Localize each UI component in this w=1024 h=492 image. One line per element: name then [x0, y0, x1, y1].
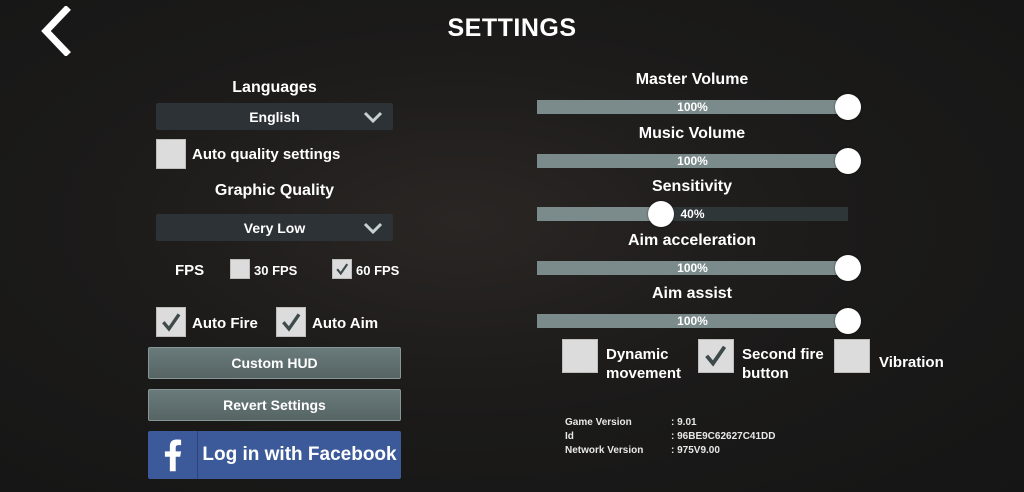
language-dropdown[interactable]: English — [156, 103, 393, 130]
fps-60-label: 60 FPS — [356, 263, 400, 278]
slider-track[interactable]: 100% — [537, 308, 861, 334]
slider-handle[interactable] — [835, 308, 861, 334]
dynamic-movement-label: Dynamic movement — [606, 346, 682, 382]
info-labels: Game Version Id Network Version — [565, 416, 643, 458]
facebook-icon — [148, 431, 198, 479]
second-fire-label: Second fire button — [742, 346, 824, 382]
chevron-down-icon — [363, 222, 383, 234]
network-version-label: Network Version — [565, 445, 644, 456]
slider-value: 100% — [677, 153, 708, 168]
vibration-checkbox[interactable] — [834, 339, 870, 373]
fps-30-checkbox[interactable] — [230, 259, 250, 279]
slider-value: 100% — [677, 100, 708, 114]
language-value: English — [249, 108, 300, 125]
chevron-down-icon — [363, 111, 383, 123]
graphic-quality-dropdown[interactable]: Very Low — [156, 214, 393, 241]
slider-handle[interactable] — [835, 147, 861, 174]
slider-handle[interactable] — [648, 201, 675, 227]
slider-track[interactable]: 100% — [537, 94, 861, 120]
page-title: SETTINGS — [447, 14, 577, 42]
fps-label: FPS — [175, 262, 205, 279]
auto-quality-label: Auto quality settings — [192, 146, 341, 163]
network-version-value: : 975V9.00 — [671, 445, 720, 456]
graphic-quality-value: Very Low — [243, 219, 306, 236]
languages-label: Languages — [232, 79, 317, 96]
info-values: : 9.01 : 96BE9C62627C41DD : 975V9.00 — [671, 416, 776, 458]
slider-label: Master Volume — [635, 71, 749, 88]
dynamic-movement-checkbox[interactable] — [562, 339, 598, 373]
checkmark-icon — [281, 313, 301, 332]
id-value: : 96BE9C62627C41DD — [671, 431, 776, 442]
vibration-label: Vibration — [879, 354, 944, 371]
graphic-quality-label: Graphic Quality — [214, 182, 335, 199]
slider-value: 40% — [680, 207, 705, 221]
game-version-label: Game Version — [565, 417, 632, 428]
slider-value: 100% — [677, 260, 708, 275]
slider-value: 100% — [677, 314, 708, 328]
auto-aim-label: Auto Aim — [312, 315, 379, 332]
revert-settings-button[interactable]: Revert Settings — [148, 389, 401, 421]
slider-track[interactable]: 100% — [537, 254, 861, 281]
checkmark-icon — [161, 313, 181, 332]
slider-label: Aim acceleration — [627, 231, 757, 249]
checkmark-icon — [705, 345, 727, 367]
slider-label: Aim assist — [651, 285, 733, 302]
facebook-login-label: Log in with Facebook — [202, 444, 397, 465]
checkmark-icon — [336, 263, 348, 276]
slider-label: Sensitivity — [651, 178, 733, 195]
fps-30-label: 30 FPS — [254, 263, 298, 278]
auto-fire-checkbox[interactable] — [156, 307, 186, 337]
game-version-value: : 9.01 — [671, 417, 697, 428]
second-fire-checkbox[interactable] — [698, 339, 734, 373]
slider-handle[interactable] — [835, 254, 861, 281]
slider-label: Music Volume — [638, 124, 746, 142]
slider-handle[interactable] — [835, 94, 861, 120]
custom-hud-button[interactable]: Custom HUD — [148, 347, 401, 379]
facebook-login-button[interactable]: Log in with Facebook — [148, 431, 401, 479]
auto-quality-checkbox[interactable] — [156, 139, 186, 169]
id-label: Id — [565, 431, 574, 442]
slider-track[interactable]: 40% — [537, 201, 848, 227]
slider-track[interactable]: 100% — [537, 147, 861, 174]
auto-fire-label: Auto Fire — [192, 315, 258, 332]
fps-60-checkbox[interactable] — [332, 259, 352, 279]
auto-aim-checkbox[interactable] — [276, 307, 306, 337]
